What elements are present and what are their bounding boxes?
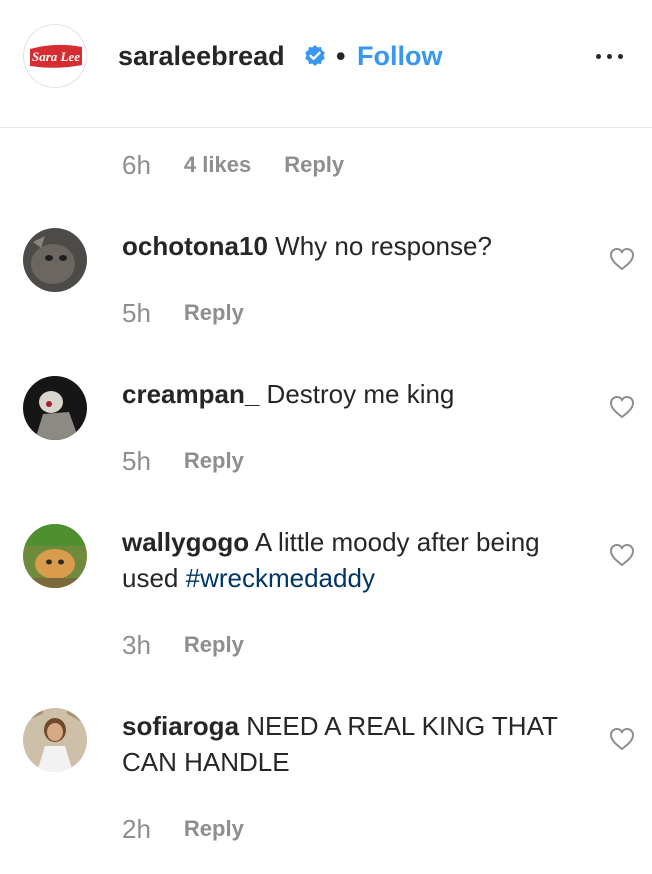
comment-time: 5h <box>122 445 151 476</box>
like-heart-icon[interactable] <box>609 247 635 271</box>
comment-text: Destroy me king <box>266 379 455 409</box>
comment-meta: 5h Reply <box>122 444 244 478</box>
comment-time: 5h <box>122 297 151 328</box>
comment-hashtag[interactable]: #wreckmedaddy <box>186 563 375 593</box>
more-options-icon[interactable] <box>590 44 630 68</box>
comment-body: sofiaroga NEED A REAL KING THAT CAN HAND… <box>122 708 562 780</box>
like-heart-icon[interactable] <box>609 727 635 751</box>
avatar[interactable] <box>23 376 87 440</box>
reply-button[interactable]: Reply <box>284 152 344 178</box>
comment-body: creampan_ Destroy me king <box>122 376 562 412</box>
avatar[interactable] <box>23 524 87 588</box>
comment-time: 2h <box>122 813 151 844</box>
post-author-username[interactable]: saraleebread <box>118 38 285 74</box>
reply-button[interactable]: Reply <box>184 300 244 326</box>
separator-dot: • <box>336 41 346 71</box>
comment-body: wallygogo A little moody after being use… <box>122 524 562 596</box>
avatar[interactable] <box>23 228 87 292</box>
comment-time: 3h <box>122 629 151 660</box>
comment-username[interactable]: ochotona10 <box>122 231 268 261</box>
svg-text:Sara Lee: Sara Lee <box>32 49 80 64</box>
comment-username[interactable]: sofiaroga <box>122 711 239 741</box>
comment-text: Why no response? <box>275 231 492 261</box>
sara-lee-logo-icon: Sara Lee <box>30 44 82 68</box>
avatar[interactable] <box>23 708 87 772</box>
comment-body: ochotona10 Why no response? <box>122 228 562 264</box>
comment-time: 6h <box>122 149 151 180</box>
reply-button[interactable]: Reply <box>184 632 244 658</box>
sara-lee-logo-avatar[interactable]: Sara Lee <box>23 24 87 88</box>
post-header: Sara Lee saraleebread • Follow <box>0 0 652 128</box>
comment-meta: 3h Reply <box>122 628 244 662</box>
like-heart-icon[interactable] <box>609 543 635 567</box>
comment-likes-count[interactable]: 4 likes <box>184 152 251 178</box>
comment-meta: 2h Reply <box>122 812 244 846</box>
comment-meta: 5h Reply <box>122 296 244 330</box>
previous-comment-meta: 6h 4 likes Reply <box>122 148 344 182</box>
reply-button[interactable]: Reply <box>184 816 244 842</box>
like-heart-icon[interactable] <box>609 395 635 419</box>
comment-username[interactable]: creampan_ <box>122 379 259 409</box>
comment-username[interactable]: wallygogo <box>122 527 249 557</box>
follow-button[interactable]: Follow <box>357 38 442 74</box>
verified-badge-icon <box>305 45 325 66</box>
reply-button[interactable]: Reply <box>184 448 244 474</box>
